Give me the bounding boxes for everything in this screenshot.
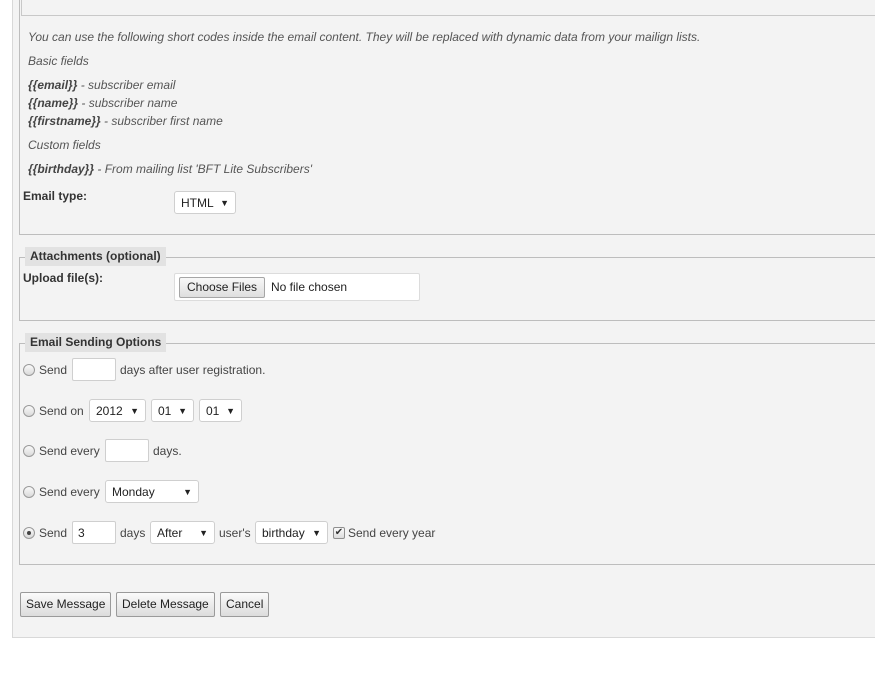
file-upload-input[interactable]: Choose Files No file chosen [174, 273, 420, 301]
send-every-days-radio[interactable] [23, 445, 35, 457]
chevron-down-icon: ▼ [312, 527, 321, 538]
delete-message-button[interactable]: Delete Message [116, 592, 215, 617]
users-label: user's [219, 526, 251, 540]
sending-options-legend: Email Sending Options [25, 333, 167, 352]
shortcode-name: {{name}} - subscriber name [28, 96, 178, 110]
email-type-select[interactable]: HTML ▼ [174, 191, 236, 214]
day-value: 01 [206, 403, 220, 418]
year-select[interactable]: 2012 ▼ [89, 399, 146, 422]
month-select[interactable]: 01 ▼ [151, 399, 194, 422]
send-relative-to-field-radio[interactable] [23, 527, 35, 539]
send-every-year-checkbox[interactable]: ✔ [333, 527, 345, 539]
shortcode-birthday: {{birthday}} - From mailing list 'BFT Li… [28, 162, 312, 176]
year-value: 2012 [96, 403, 123, 418]
chevron-down-icon: ▼ [226, 405, 235, 416]
chevron-down-icon: ▼ [183, 486, 192, 497]
date-field-select[interactable]: birthday ▼ [255, 521, 328, 544]
days-after-registration-text: days after user registration. [120, 363, 266, 377]
no-file-chosen-text: No file chosen [271, 280, 348, 294]
send-every-label: Send every [39, 444, 100, 458]
shortcode-email: {{email}} - subscriber email [28, 78, 176, 92]
attachments-fieldset: Attachments (optional) [19, 247, 875, 321]
day-select[interactable]: 01 ▼ [199, 399, 242, 422]
relative-days-input[interactable]: 3 [72, 521, 116, 544]
shortcode-firstname: {{firstname}} - subscriber first name [28, 114, 223, 128]
days-label: days [120, 526, 146, 540]
basic-fields-heading: Basic fields [28, 54, 89, 68]
send-after-registration-radio[interactable] [23, 364, 35, 376]
send-on-date-radio[interactable] [23, 405, 35, 417]
send-label: Send [39, 526, 68, 540]
custom-fields-heading: Custom fields [28, 138, 101, 152]
cancel-button[interactable]: Cancel [220, 592, 270, 617]
email-type-label: Email type: [23, 189, 88, 203]
upload-files-label: Upload file(s): [23, 271, 103, 285]
email-type-value: HTML [181, 195, 214, 210]
chevron-down-icon: ▼ [220, 197, 229, 208]
chevron-down-icon: ▼ [178, 405, 187, 416]
send-every-label: Send every [39, 485, 100, 499]
days-after-registration-input[interactable] [72, 358, 116, 381]
weekday-select[interactable]: Monday ▼ [105, 480, 199, 503]
chevron-down-icon: ▼ [199, 527, 208, 538]
send-every-days-input[interactable] [105, 439, 149, 462]
choose-files-button[interactable]: Choose Files [179, 277, 266, 298]
send-every-year-label: Send every year [348, 526, 436, 540]
before-after-select[interactable]: After ▼ [150, 521, 215, 544]
save-message-button[interactable]: Save Message [20, 592, 112, 617]
month-value: 01 [158, 403, 172, 418]
shortcodes-intro: You can use the following short codes in… [28, 30, 701, 44]
attachments-legend: Attachments (optional) [25, 247, 166, 266]
send-every-weekday-radio[interactable] [23, 486, 35, 498]
days-text: days. [153, 444, 182, 458]
date-field-value: birthday [262, 525, 305, 540]
chevron-down-icon: ▼ [130, 405, 139, 416]
message-editor-bottom-edge [21, 0, 875, 16]
send-on-label: Send on [39, 404, 84, 418]
send-label: Send [39, 363, 68, 377]
weekday-value: Monday [112, 484, 155, 499]
before-after-value: After [157, 525, 183, 540]
